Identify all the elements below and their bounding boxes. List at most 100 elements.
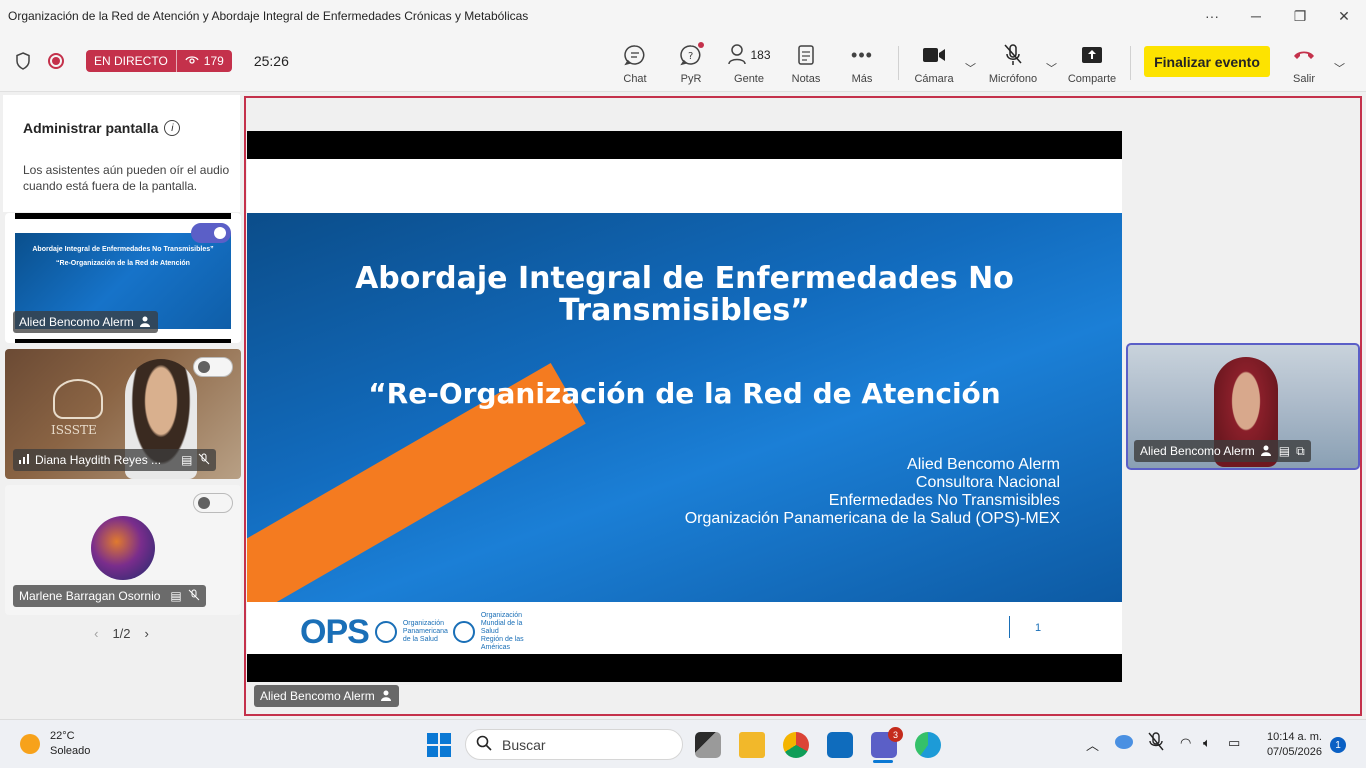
slide-page-number: 1 [1035, 622, 1042, 634]
chat-button[interactable]: Chat [607, 42, 663, 85]
previous-page-icon[interactable]: ‹ [94, 626, 98, 641]
leave-options-chevron-icon[interactable]: ﹀ [1334, 60, 1345, 76]
sun-icon [20, 734, 40, 754]
search-placeholder: Buscar [502, 736, 546, 753]
slide-banner: Abordaje Integral de Enfermedades No Tra… [247, 213, 1122, 602]
chrome-icon[interactable] [783, 732, 809, 758]
next-page-icon[interactable]: › [145, 626, 149, 641]
manage-screen-panel: Administrar pantalla i Los asistentes aú… [0, 93, 243, 719]
qa-icon: ? [680, 42, 704, 68]
mic-options-chevron-icon[interactable]: ﹀ [1046, 60, 1057, 76]
eye-icon [185, 50, 199, 72]
toolbar-divider [1130, 46, 1131, 80]
camera-options-chevron-icon[interactable]: ﹀ [965, 60, 976, 76]
live-badge: EN DIRECTO 179 [86, 50, 232, 72]
shield-icon[interactable] [14, 52, 32, 70]
participant-avatar [91, 516, 155, 580]
minimize-button[interactable]: ─ [1234, 0, 1278, 32]
people-icon [727, 43, 747, 68]
file-explorer-icon[interactable] [739, 732, 765, 758]
onedrive-icon[interactable] [1115, 735, 1133, 749]
system-clock[interactable]: 10:14 a. m. 07/05/2026 [1256, 730, 1322, 760]
notes-icon [797, 42, 815, 68]
stage-presenter-name-tag: Alied Bencomo Alerm [254, 685, 399, 707]
participant-name-tag: Marlene Barragan Osornio ▤ [13, 585, 206, 607]
outlook-icon[interactable] [827, 732, 853, 758]
wifi-icon[interactable]: ◠ [1180, 735, 1191, 751]
mic-off-icon [188, 589, 200, 604]
close-button[interactable]: ✕ [1322, 0, 1366, 32]
slide-footer: OPS Organización Panamericana de la Salu… [247, 602, 1122, 654]
notification-badge[interactable]: 1 [1330, 737, 1346, 753]
onscreen-toggle[interactable] [193, 357, 233, 377]
people-button[interactable]: 183 Gente [718, 42, 780, 85]
participant-tile[interactable]: Abordaje Integral de Enfermedades No Tra… [5, 213, 241, 343]
svg-text:?: ? [688, 51, 693, 62]
globe-icon [374, 621, 397, 643]
search-icon [476, 735, 492, 754]
leave-button[interactable]: Salir [1276, 42, 1332, 85]
ellipsis-icon: ••• [851, 44, 873, 65]
end-event-button[interactable]: Finalizar evento [1144, 46, 1270, 77]
onscreen-toggle[interactable] [193, 493, 233, 513]
volume-icon[interactable]: 🔈︎ [1203, 735, 1211, 751]
slide-title: Abordaje Integral de Enfermedades No Tra… [355, 261, 1014, 328]
participant-name-tag: Diana Haydith Reyes ... ▤ [13, 449, 217, 471]
manage-screen-title: Administrar pantalla [23, 120, 159, 136]
tile-pager: ‹ 1/2 › [0, 626, 243, 641]
hang-up-icon [1292, 42, 1316, 68]
maximize-button[interactable]: ❐ [1278, 0, 1322, 32]
toolbar-divider [898, 46, 899, 80]
issste-logo-icon [53, 379, 103, 419]
weather-condition: Soleado [50, 745, 91, 757]
presenter-tile-name-tag: Alied Bencomo Alerm ▤ ⧉ [1134, 440, 1311, 462]
share-button[interactable]: Comparte [1063, 42, 1121, 85]
title-bar: Organización de la Red de Atención y Abo… [0, 0, 1366, 32]
mic-muted-tray-icon[interactable] [1148, 732, 1164, 755]
screen-share-icon[interactable]: ⧉ [1296, 444, 1305, 459]
slide-authors: Alied Bencomo Alerm Consultora Nacional … [684, 456, 1060, 527]
live-label: EN DIRECTO [86, 50, 177, 72]
edge-icon[interactable] [915, 732, 941, 758]
microphone-button[interactable]: Micrófono [980, 42, 1046, 85]
info-icon[interactable]: i [164, 120, 181, 136]
window-title: Organización de la Red de Atención y Abo… [8, 9, 529, 23]
mic-off-icon [198, 453, 210, 468]
task-view-icon[interactable] [695, 732, 721, 758]
issste-sign: ISSSTE [51, 423, 97, 437]
shared-slide: Abordaje Integral de Enfermedades No Tra… [247, 131, 1122, 682]
clock-date: 07/05/2026 [1266, 746, 1322, 758]
presenter-video-tile[interactable]: Alied Bencomo Alerm ▤ ⧉ [1126, 343, 1360, 470]
more-button[interactable]: ••• Más [834, 42, 890, 86]
temperature: 22°C [50, 730, 75, 742]
chat-icon [624, 42, 646, 68]
notes-button[interactable]: Notas [778, 42, 834, 85]
participant-tile[interactable]: ISSSTE Diana Haydith Reyes ... ▤ [5, 349, 241, 479]
manage-screen-description: Los asistentes aún pueden oír el audio c… [23, 163, 230, 193]
who-emblem-icon [452, 621, 475, 643]
windows-start-icon[interactable] [427, 733, 451, 757]
signal-icon [19, 453, 29, 467]
taskbar-search[interactable]: Buscar [465, 729, 683, 760]
slide-subtitle: “Re-Organización de la Red de Atención [368, 377, 1001, 410]
ops-logo: OPS Organización Panamericana de la Salu… [300, 612, 524, 651]
more-options-button[interactable]: ··· [1190, 0, 1234, 32]
clapper-icon: ▤ [1278, 444, 1291, 458]
show-hidden-icons-chevron-icon[interactable]: ︿ [1086, 735, 1099, 754]
camera-button[interactable]: Cámara [906, 42, 962, 85]
mic-off-icon [1003, 42, 1023, 68]
meeting-timer: 25:26 [253, 53, 289, 69]
teams-icon[interactable]: 3 [871, 727, 903, 758]
battery-icon[interactable]: ▭ [1228, 735, 1240, 751]
participant-tile[interactable]: Marlene Barragan Osornio ▤ [5, 485, 241, 615]
manage-screen-header: Administrar pantalla i Los asistentes aú… [3, 95, 240, 212]
onscreen-toggle[interactable] [191, 223, 231, 243]
camera-icon [922, 42, 946, 68]
live-stage: Abordaje Integral de Enfermedades No Tra… [244, 96, 1362, 716]
clapper-icon: ▤ [181, 453, 193, 467]
qa-button[interactable]: ? PyR [663, 42, 719, 85]
presenter-icon [139, 315, 152, 330]
share-icon [1081, 42, 1103, 68]
clapper-icon: ▤ [170, 589, 182, 603]
weather-widget[interactable]: 22°C Soleado [20, 729, 90, 759]
